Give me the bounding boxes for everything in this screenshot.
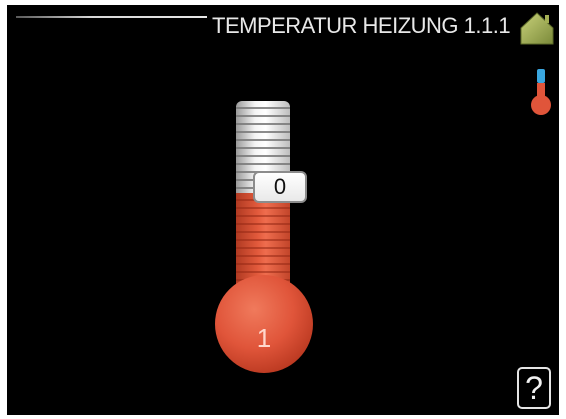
house-icon[interactable] <box>519 10 555 46</box>
display-screen: TEMPERATUR HEIZUNG 1.1.1 1 0 ? <box>7 5 559 415</box>
help-button[interactable]: ? <box>517 367 551 409</box>
title-divider <box>16 16 207 18</box>
bulb-value: 1 <box>256 323 272 353</box>
page-title: TEMPERATUR HEIZUNG 1.1.1 <box>212 13 511 38</box>
thermometer-icon <box>531 69 551 115</box>
setpoint-value[interactable]: 0 <box>253 171 307 203</box>
temperature-gauge: 1 <box>215 97 315 373</box>
